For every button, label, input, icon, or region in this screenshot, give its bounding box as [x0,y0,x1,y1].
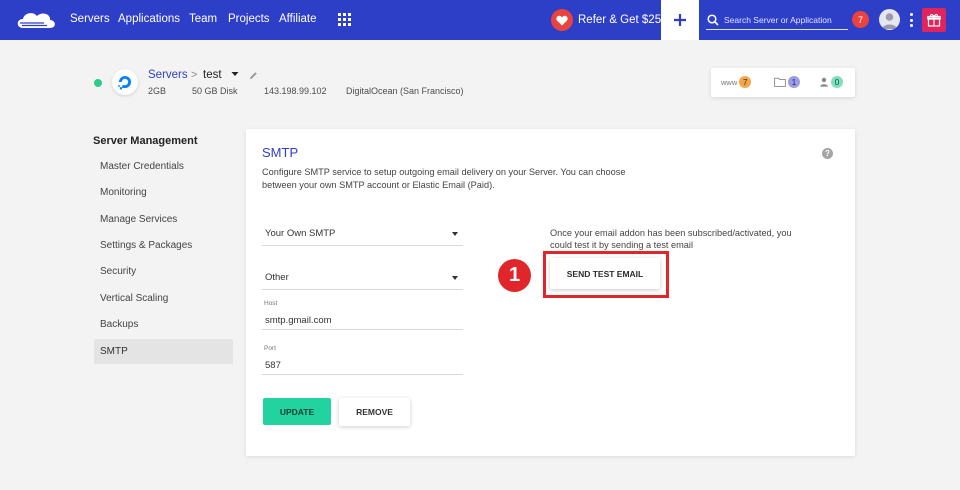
help-icon[interactable]: ? [822,148,833,159]
server-name: test [203,69,222,81]
www-label: www [721,77,738,87]
update-button[interactable]: UPDATE [263,398,331,425]
server-switch-caret-icon[interactable] [231,70,239,78]
smtp-mode-select[interactable]: Your Own SMTP [262,222,463,246]
sidebar-item-settings-packages[interactable]: Settings & Packages [94,233,233,258]
apps-count-badge: 7 [739,76,752,88]
team-count-badge: 0 [831,76,843,88]
breadcrumb-separator: > [191,69,198,81]
breadcrumb-servers[interactable]: Servers [148,69,188,81]
sidebar-item-smtp[interactable]: SMTP [94,339,233,364]
digitalocean-icon [112,69,138,95]
host-label: Host [264,300,278,307]
projects-count-badge: 1 [788,76,800,88]
dropdown-caret-icon [452,232,458,236]
refer-button[interactable]: Refer & Get $25 [551,8,661,32]
sidebar-item-monitoring[interactable]: Monitoring [94,180,233,205]
nav-servers[interactable]: Servers [70,13,110,25]
user-icon [820,77,828,87]
sidebar-item-security[interactable]: Security [94,259,233,284]
apps-grid-icon[interactable] [338,13,351,26]
projects-count-stat[interactable]: 1 [774,76,800,88]
plus-icon [674,14,686,26]
nav-affiliate[interactable]: Affiliate [279,13,317,25]
team-count-stat[interactable]: 0 [819,76,843,88]
smtp-mode-value: Your Own SMTP [265,228,336,239]
avatar[interactable] [879,9,900,30]
server-disk: 50 GB Disk [192,86,238,96]
page-title: SMTP [262,145,299,160]
gift-icon[interactable] [922,8,946,32]
host-input[interactable] [262,312,463,330]
notification-badge[interactable]: 7 [852,11,869,28]
nav-applications[interactable]: Applications [118,13,180,25]
nav-team[interactable]: Team [189,13,217,25]
port-input[interactable] [262,357,463,375]
smtp-provider-select[interactable]: Other [262,266,463,290]
add-new-button[interactable] [661,0,699,40]
step-number-badge: 1 [498,259,531,292]
apps-count-stat[interactable]: www 7 [721,76,752,88]
send-test-email-button[interactable]: SEND TEST EMAIL [550,258,660,289]
remove-button[interactable]: REMOVE [339,398,410,426]
dropdown-caret-icon [452,276,458,280]
port-label: Port [264,345,276,352]
heart-icon [551,9,573,31]
edit-pencil-icon[interactable] [249,71,258,80]
sidebar-title: Server Management [93,135,198,147]
server-ip: 143.198.99.102 [264,86,327,96]
top-navbar: Servers Applications Team Projects Affil… [0,0,960,40]
search-input[interactable] [724,14,846,25]
sidebar-item-manage-services[interactable]: Manage Services [94,207,233,232]
test-email-note: Once your email addon has been subscribe… [550,228,792,250]
server-stats-card: www 7 1 0 [711,68,855,97]
server-status-dot [94,79,102,87]
search-bar [706,10,848,30]
refer-label: Refer & Get $25 [578,14,662,26]
sidebar-item-backups[interactable]: Backups [94,312,233,337]
nav-projects[interactable]: Projects [228,13,270,25]
cloudways-logo[interactable] [14,8,58,32]
smtp-description: Configure SMTP service to setup outgoing… [262,167,626,190]
folder-icon [774,77,786,87]
sidebar-item-vertical-scaling[interactable]: Vertical Scaling [94,286,233,311]
server-provider: DigitalOcean (San Francisco) [346,86,464,96]
sidebar-item-master-credentials[interactable]: Master Credentials [94,154,233,179]
search-icon [707,13,719,26]
more-vertical-icon[interactable] [908,13,914,27]
smtp-provider-value: Other [265,272,289,283]
server-ram: 2GB [148,86,167,96]
